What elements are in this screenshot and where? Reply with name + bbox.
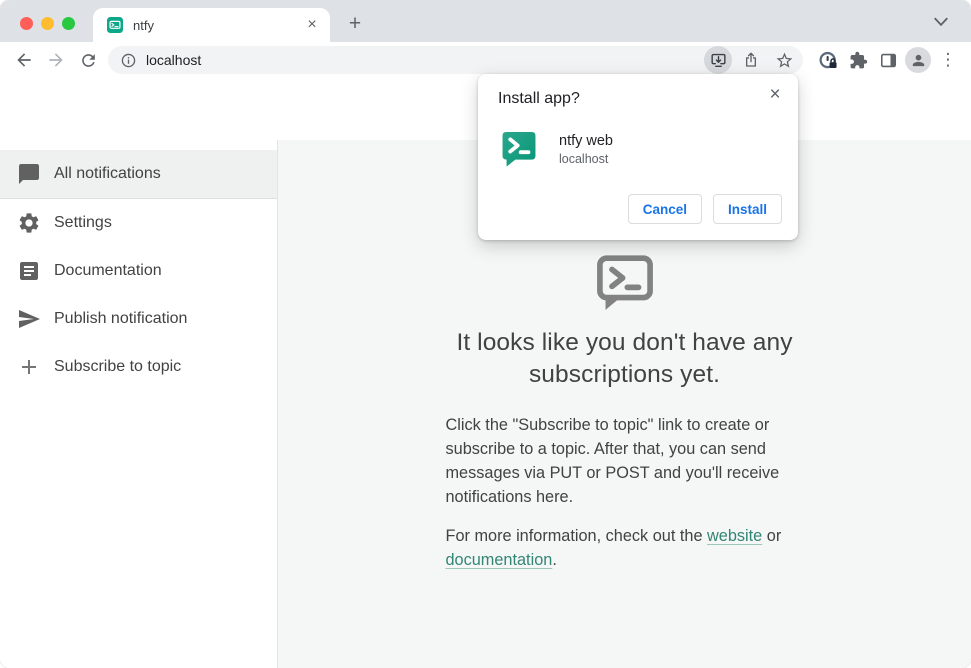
password-extension-icon[interactable] [813,45,843,75]
browser-toolbar: localhost ⋮ [0,42,971,78]
dialog-close-icon[interactable]: × [764,84,786,106]
cancel-button[interactable]: Cancel [627,194,702,224]
tab-close-icon[interactable]: × [302,15,322,35]
ntfy-logo-icon [24,94,54,124]
sidebar-item-documentation[interactable]: Documentation [0,247,277,295]
new-tab-button[interactable]: + [342,11,368,37]
sidebar-item-label: Subscribe to topic [54,358,182,375]
dialog-actions: Cancel Install [498,194,782,224]
zoom-window-button[interactable] [62,17,75,30]
bookmark-star-icon[interactable] [770,46,798,74]
brand-title: ntfy [68,96,110,121]
share-icon[interactable] [737,46,765,74]
install-button[interactable]: Install [712,194,782,224]
chat-bubble-icon [17,162,41,186]
profile-avatar[interactable] [903,45,933,75]
tab-title: ntfy [133,17,154,33]
tab-strip: ntfy × + [0,0,971,42]
sidebar-item-all-notifications[interactable]: All notifications [0,150,277,198]
ntfy-terminal-bubble-icon [592,250,658,314]
sign-up-button[interactable]: SIGN UP [843,91,947,127]
extensions-puzzle-icon[interactable] [843,45,873,75]
browser-menu-icon[interactable]: ⋮ [933,45,963,75]
dialog-app-name: ntfy web [559,132,613,149]
side-panel-icon[interactable] [873,45,903,75]
gear-icon [17,211,41,235]
install-app-dialog: Install app? × ntfy web localhost Cancel [478,74,798,240]
address-bar[interactable]: localhost [108,46,803,74]
sidebar-item-subscribe-to-topic[interactable]: Subscribe to topic [0,343,277,391]
plus-icon [17,355,41,379]
empty-state-links-paragraph: For more information, check out the webs… [446,525,804,573]
sidebar-item-label: Settings [54,214,112,231]
reload-button[interactable] [72,45,104,75]
more-info-middle: or [762,527,782,546]
ntfy-app-icon [498,128,540,170]
close-window-button[interactable] [20,17,33,30]
dialog-title: Install app? [498,90,580,107]
empty-state-heading: It looks like you don't have any subscri… [456,329,793,389]
empty-state-paragraph: Click the "Subscribe to topic" link to c… [445,415,780,506]
sidebar-item-settings[interactable]: Settings [0,199,277,247]
minimize-window-button[interactable] [41,17,54,30]
tab-favicon-ntfy-icon [107,17,123,33]
sidebar-item-label: Documentation [54,262,162,279]
traffic-lights [20,17,75,30]
more-info-prefix: For more information, check out the [445,527,708,546]
documentation-link[interactable]: documentation [446,551,553,569]
send-icon [17,307,41,331]
browser-tab-ntfy[interactable]: ntfy × [93,8,330,42]
article-icon [17,259,41,283]
dialog-app-row: ntfy web localhost [498,128,782,170]
sidebar-item-label: All notifications [54,165,161,182]
browser-window: ntfy × + localhost ⋮ ntfy IN SIGN UP All… [0,0,971,668]
site-info-icon[interactable] [120,52,137,69]
sidebar-nav: All notifications Settings Documentation [0,140,278,668]
sidebar-item-label: Publish notification [54,310,188,327]
back-button[interactable] [8,45,40,75]
forward-button[interactable] [40,45,72,75]
tab-search-chevron-icon[interactable] [931,15,951,29]
more-info-suffix: . [552,551,557,570]
website-link[interactable]: website [707,527,762,545]
url-text: localhost [146,52,202,68]
avatar-person-icon [905,47,931,73]
install-app-icon[interactable] [704,46,732,74]
dialog-app-origin: localhost [559,151,609,166]
sidebar-item-publish-notification[interactable]: Publish notification [0,295,277,343]
